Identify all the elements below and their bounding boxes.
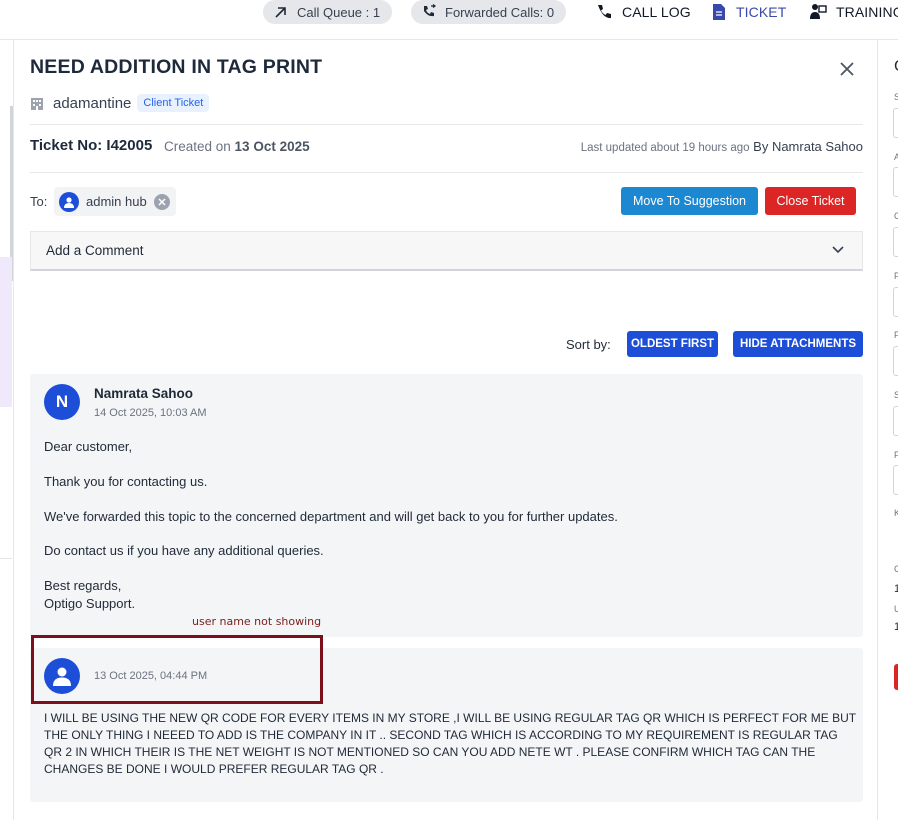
- divider: [30, 124, 863, 125]
- created-date-value: 13 Oct 2025: [234, 139, 310, 154]
- field-input[interactable]: [893, 108, 898, 138]
- nav-training-label: TRAINING: [836, 4, 898, 20]
- details-panel-heading: C: [894, 58, 898, 76]
- field-label: F: [894, 271, 898, 281]
- divider: [30, 172, 863, 173]
- phone-icon: [598, 5, 611, 19]
- message-line: Thank you for contacting us.: [44, 474, 208, 489]
- add-comment-accordion[interactable]: Add a Comment: [30, 231, 863, 271]
- details-panel-edge: C S A C F F S F K C 1 U 1: [877, 40, 898, 820]
- field-input[interactable]: [893, 227, 898, 257]
- message-timestamp: 14 Oct 2025, 10:03 AM: [94, 407, 207, 419]
- ticket-title: NEED ADDITION IN TAG PRINT: [30, 56, 323, 78]
- call-queue-pill[interactable]: Call Queue : 1: [263, 0, 393, 24]
- field-input[interactable]: [893, 346, 898, 376]
- selected-row-tint: [0, 257, 12, 407]
- forwarded-calls-label: Forwarded Calls: 0: [445, 4, 555, 20]
- recipient-name: admin hub: [86, 194, 147, 209]
- remove-recipient-icon[interactable]: [153, 193, 170, 210]
- field-label: S: [894, 390, 898, 400]
- field-value: 1: [894, 583, 898, 595]
- forwarded-calls-pill[interactable]: Forwarded Calls: 0: [411, 0, 567, 24]
- message-body: I WILL BE USING THE NEW QR CODE FOR EVER…: [44, 711, 856, 776]
- action-button-edge[interactable]: [894, 664, 898, 690]
- sort-by-label: Sort by:: [566, 337, 611, 352]
- message-line: We've forwarded this topic to the concer…: [44, 509, 618, 524]
- scrollbar[interactable]: [10, 106, 13, 281]
- outgoing-arrow-icon: [275, 7, 286, 18]
- company-row: adamantine Client Ticket: [30, 92, 210, 114]
- move-to-suggestion-button[interactable]: Move To Suggestion: [621, 187, 758, 215]
- nav-ticket[interactable]: TICKET: [711, 2, 786, 22]
- field-input[interactable]: [893, 465, 898, 495]
- created-prefix: Created on: [164, 139, 235, 154]
- hide-attachments-button[interactable]: HIDE ATTACHMENTS: [733, 331, 863, 357]
- message-card: N Namrata Sahoo 14 Oct 2025, 10:03 AM De…: [30, 374, 863, 637]
- message-author: Namrata Sahoo: [94, 386, 194, 401]
- close-icon[interactable]: [838, 60, 856, 78]
- last-updated: Last updated about 19 hours ago By Namra…: [581, 139, 863, 154]
- user-avatar-icon: [59, 191, 79, 212]
- chevron-down-icon: [832, 246, 844, 254]
- field-label: F: [894, 330, 898, 340]
- field-input[interactable]: [893, 406, 898, 436]
- oldest-first-button[interactable]: OLDEST FIRST: [627, 331, 718, 357]
- message-line: Optigo Support.: [44, 596, 136, 611]
- updated-by: By Namrata Sahoo: [753, 139, 863, 154]
- nav-training[interactable]: TRAINING: [809, 2, 898, 22]
- document-icon: [713, 4, 725, 20]
- field-label: C: [894, 211, 898, 221]
- field-label: C: [894, 564, 898, 574]
- field-label: K: [894, 508, 898, 518]
- top-bar: Call Queue : 1 Forwarded Calls: 0 CALL L…: [0, 0, 898, 40]
- message-line: Best regards,: [44, 578, 122, 593]
- message-line: Do contact us if you have any additional…: [44, 543, 324, 558]
- message-line: Dear customer,: [44, 439, 133, 454]
- last-updated-text: Last updated about 19 hours ago: [580, 142, 750, 154]
- field-label: U: [894, 604, 898, 614]
- call-queue-label: Call Queue : 1: [297, 4, 381, 20]
- nav-call-log-label: CALL LOG: [622, 4, 691, 20]
- building-icon: [31, 98, 43, 110]
- field-label: F: [894, 450, 898, 460]
- nav-ticket-label: TICKET: [736, 4, 787, 20]
- nav-call-log[interactable]: CALL LOG: [595, 2, 691, 22]
- field-input[interactable]: [893, 167, 898, 197]
- background-list-edge: [0, 40, 14, 820]
- company-name: adamantine: [53, 94, 132, 112]
- avatar: N: [44, 384, 80, 420]
- training-icon: [810, 4, 827, 19]
- recipient-chip[interactable]: admin hub: [54, 187, 176, 216]
- annotation-highlight-box: [31, 635, 323, 704]
- forwarded-call-icon: [424, 4, 436, 17]
- field-label: A: [894, 152, 898, 162]
- row-divider: [0, 558, 12, 559]
- field-input[interactable]: [893, 287, 898, 317]
- field-label: S: [894, 92, 898, 102]
- add-comment-label: Add a Comment: [46, 243, 144, 258]
- created-date: Created on 13 Oct 2025: [164, 139, 310, 154]
- close-ticket-button[interactable]: Close Ticket: [765, 187, 856, 215]
- to-label: To:: [30, 194, 48, 209]
- annotation-note: user name not showing: [192, 615, 322, 628]
- client-ticket-badge: Client Ticket: [137, 94, 210, 112]
- field-value: 1: [894, 621, 898, 633]
- ticket-number: Ticket No: I42005: [30, 137, 153, 154]
